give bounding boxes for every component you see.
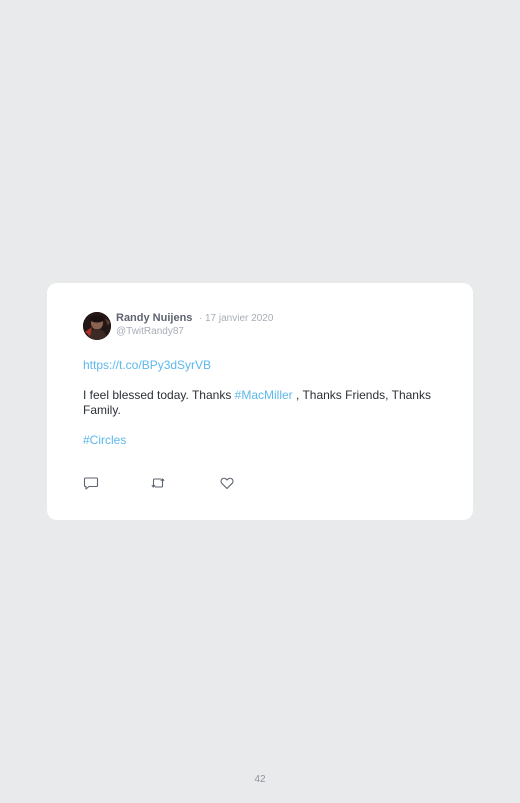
page-number: 42 [254,774,266,785]
date-separator: · [199,313,203,324]
tweet-text-part1: I feel blessed today. Thanks [83,388,235,402]
heart-icon [220,477,234,490]
retweet-icon [151,478,165,488]
author-name[interactable]: Randy Nuijens [116,312,192,324]
tweet-card: Randy Nuijens · 17 janvier 2020 @TwitRan… [47,283,473,520]
tweet-text: I feel blessed today. Thanks #MacMiller … [83,388,438,418]
tweet-link[interactable]: https://t.co/BPy3dSyrVB [83,358,211,372]
tweet-date[interactable]: 17 janvier 2020 [205,313,273,324]
comment-icon [83,477,99,490]
mention-hashtag[interactable]: #MacMiller [235,388,293,402]
author-handle[interactable]: @TwitRandy87 [116,326,184,337]
retweet-button[interactable] [150,475,166,491]
like-button[interactable] [219,475,235,491]
avatar[interactable] [83,312,111,340]
reply-button[interactable] [83,475,99,491]
hashtag-circles[interactable]: #Circles [83,433,126,447]
